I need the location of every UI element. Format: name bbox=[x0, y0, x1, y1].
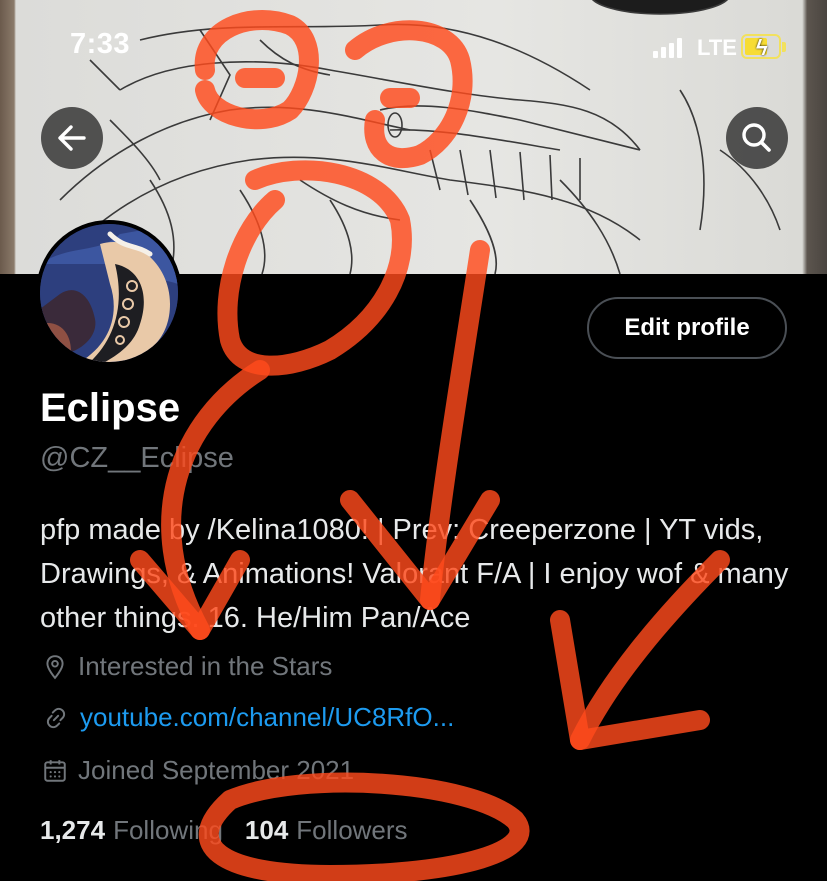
profile-website[interactable]: youtube.com/channel/UC8RfO... bbox=[42, 702, 454, 733]
link-icon bbox=[46, 707, 66, 728]
network-type: LTE bbox=[697, 35, 737, 60]
location-text: Interested in the Stars bbox=[78, 651, 333, 681]
calendar-icon bbox=[44, 759, 66, 782]
location-pin-icon bbox=[46, 654, 64, 679]
back-button[interactable] bbox=[41, 107, 103, 169]
user-handle: @CZ__Eclipse bbox=[40, 442, 234, 474]
following-count: 1,274 bbox=[40, 815, 106, 845]
joined-text: Joined September 2021 bbox=[78, 755, 355, 785]
battery-tip bbox=[782, 42, 786, 52]
website-link[interactable]: youtube.com/channel/UC8RfO... bbox=[80, 702, 454, 733]
followers-label: Followers bbox=[296, 815, 408, 845]
profile-location: Interested in the Stars bbox=[42, 651, 332, 682]
profile-joined-date: Joined September 2021 bbox=[42, 755, 354, 786]
follow-counts: 1,274 Following 104 Followers bbox=[40, 815, 430, 846]
battery-icon: ϟ bbox=[741, 34, 781, 60]
search-icon bbox=[742, 123, 771, 152]
edit-profile-button[interactable]: Edit profile bbox=[587, 297, 787, 359]
avatar-artwork bbox=[40, 224, 178, 362]
profile-bio: pfp made by /Kelina1080! | Prev: Creeper… bbox=[40, 514, 789, 634]
following-label: Following bbox=[113, 815, 223, 845]
following-link[interactable]: 1,274 Following bbox=[40, 815, 223, 846]
back-arrow-icon bbox=[58, 125, 86, 151]
cellular-signal-icon bbox=[653, 38, 685, 58]
display-name: Eclipse bbox=[40, 386, 181, 430]
search-button[interactable] bbox=[726, 107, 788, 169]
followers-count: 104 bbox=[244, 815, 289, 845]
followers-link[interactable]: 104 Followers bbox=[245, 815, 408, 846]
profile-avatar[interactable] bbox=[36, 220, 182, 366]
status-time: 7:33 bbox=[70, 28, 131, 60]
